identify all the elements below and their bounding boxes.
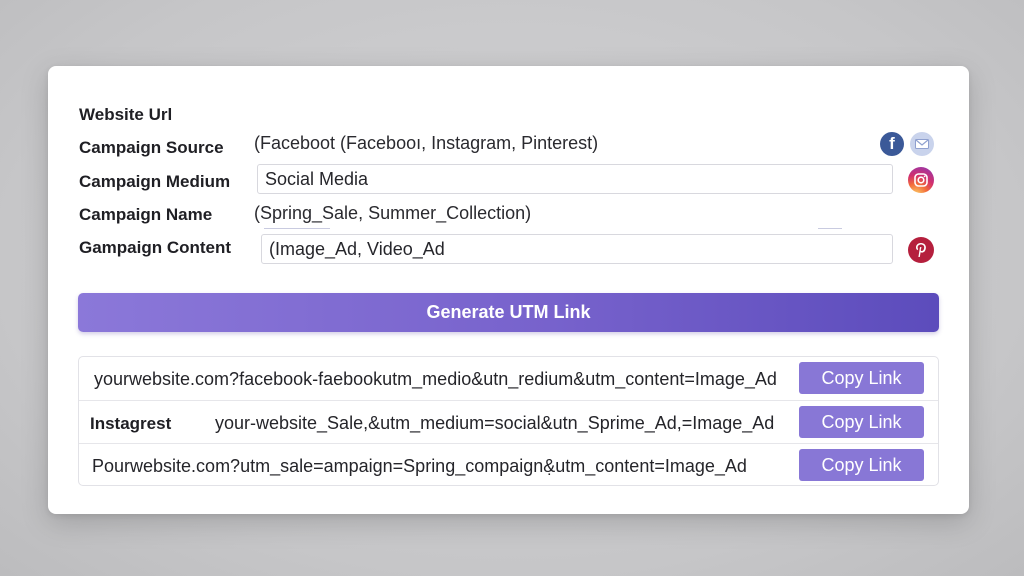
copy-link-button[interactable]: Copy Link: [799, 362, 924, 394]
field-underline: [818, 228, 842, 229]
result-link-text: Pourwebsite.com?utm_sale=ampaign=Spring_…: [92, 456, 747, 476]
generate-utm-link-button[interactable]: Generate UTM Link: [78, 293, 939, 332]
campaign-medium-field[interactable]: Social Media: [257, 164, 893, 194]
result-row: Pourwebsite.com?utm_sale=ampaign=Spring_…: [79, 443, 938, 487]
field-underline: [264, 228, 330, 229]
campaign-content-field[interactable]: (Image_Ad, Video_Ad: [261, 234, 893, 264]
results-list: yourwebsite.com?facebook-faebookutm_medi…: [78, 356, 939, 486]
facebook-icon[interactable]: f: [880, 132, 904, 156]
utm-builder-card: Website Url Campaign Source (Faceboot (F…: [48, 66, 969, 514]
campaign-content-label: Gampaign Content: [79, 238, 232, 257]
mail-icon[interactable]: [910, 132, 934, 156]
copy-link-button[interactable]: Copy Link: [799, 449, 924, 481]
result-link-text: yourwebsite.com?facebook-faebookutm_medi…: [94, 369, 777, 389]
result-row: yourwebsite.com?facebook-faebookutm_medi…: [79, 357, 938, 400]
pinterest-icon[interactable]: [908, 237, 934, 263]
result-row: Instagrest your-website_Sale,&utm_medium…: [79, 400, 938, 444]
campaign-source-input[interactable]: (Faceboot (Facebooı, Instagram, Pinteres…: [254, 133, 598, 154]
instagram-icon[interactable]: [908, 167, 934, 193]
result-source-label: Instagrest: [90, 414, 172, 433]
campaign-name-input[interactable]: (Spring_Sale, Summer_Collection): [254, 203, 531, 224]
copy-link-button[interactable]: Copy Link: [799, 406, 924, 438]
website-url-label: Website Url: [79, 105, 173, 124]
result-link-text: your-website_Sale,&utm_medium=social&utn…: [215, 413, 775, 433]
campaign-medium-label: Campaign Medium: [79, 172, 231, 191]
campaign-name-label: Campaign Name: [79, 205, 213, 224]
campaign-source-label: Campaign Source: [79, 138, 224, 157]
